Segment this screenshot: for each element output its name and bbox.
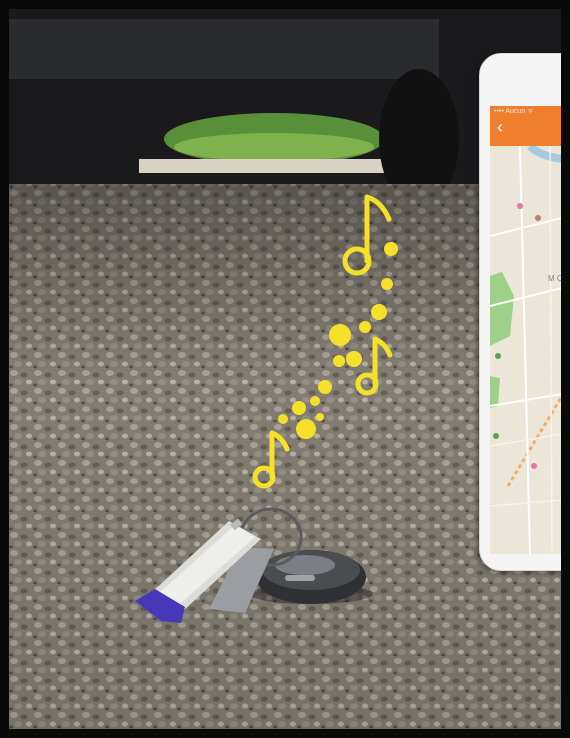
- map-place-label: M C: [548, 274, 563, 283]
- app-bar: •••• Aucun ᯤ ‹ M: [490, 106, 570, 146]
- app-title: M: [562, 117, 570, 135]
- chevron-left-icon[interactable]: ‹: [497, 118, 503, 136]
- photo-frame: •••• Aucun ᯤ ‹ M M C: [0, 0, 570, 738]
- phone-screen: •••• Aucun ᯤ ‹ M M C: [490, 106, 570, 554]
- map-view[interactable]: M C: [490, 146, 570, 554]
- smartphone: •••• Aucun ᯤ ‹ M M C: [479, 53, 570, 571]
- camera-dot: [562, 82, 569, 89]
- status-bar-text: •••• Aucun ᯤ: [494, 108, 534, 115]
